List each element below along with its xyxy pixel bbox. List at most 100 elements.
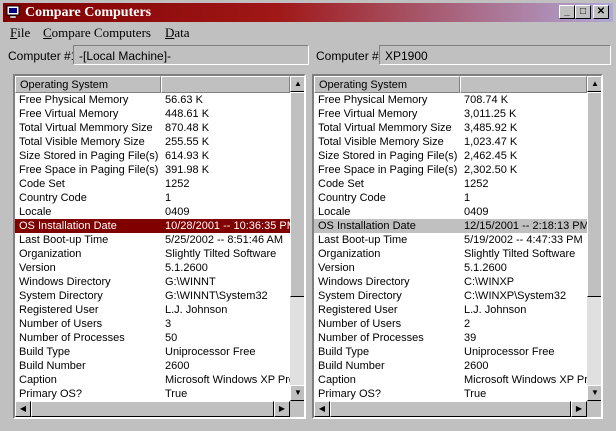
property-name-cell: Free Space in Paging File(s) bbox=[19, 164, 159, 176]
table-row[interactable]: Organization Slightly Tilted Software bbox=[314, 247, 587, 261]
property-value-cell: G:\WINNT\System32 bbox=[165, 290, 268, 302]
property-name-cell: Locale bbox=[318, 206, 351, 218]
table-row[interactable]: Country Code 1 bbox=[15, 191, 290, 205]
property-value-cell: 5/19/2002 -- 4:47:33 PM bbox=[464, 234, 583, 246]
close-button[interactable]: ✕ bbox=[593, 5, 609, 19]
property-name-cell: Registered User bbox=[19, 304, 99, 316]
scroll-thumb[interactable] bbox=[587, 92, 601, 297]
property-value-cell: 448.61 K bbox=[165, 108, 210, 120]
computer-2-grid[interactable]: Operating System Free Physical Memory 708… bbox=[312, 74, 603, 419]
table-row[interactable]: Code Set 1252 bbox=[15, 177, 290, 191]
table-row[interactable]: OS Installation Date 10/28/2001 -- 10:36:… bbox=[15, 219, 290, 233]
header-operating-system[interactable]: Operating System bbox=[314, 76, 460, 93]
table-row[interactable]: Number of Users 3 bbox=[15, 317, 290, 331]
property-value-cell: 391.98 K bbox=[165, 164, 210, 176]
table-row[interactable]: Last Boot-up Time 5/25/2002 -- 8:51:46 AM bbox=[15, 233, 290, 247]
table-row[interactable]: Primary OS? True bbox=[314, 387, 587, 401]
table-row[interactable]: Total Virtual Memmory Size 870.48 K bbox=[15, 121, 290, 135]
arrow-left-icon: ◀ bbox=[19, 404, 27, 413]
scroll-up-button[interactable]: ▲ bbox=[290, 76, 304, 92]
scroll-thumb[interactable] bbox=[290, 92, 304, 297]
scroll-right-button[interactable]: ▶ bbox=[571, 401, 587, 417]
property-value-cell: 3 bbox=[165, 318, 172, 330]
table-row[interactable]: Total Visible Memory Size 255.55 K bbox=[15, 135, 290, 149]
property-value-cell: 10/28/2001 -- 10:36:35 PM bbox=[165, 220, 290, 232]
property-value-cell: Uniprocessor Free bbox=[165, 346, 256, 358]
window-title: Compare Computers bbox=[25, 5, 152, 20]
menu-compare-computers[interactable]: Compare Computers bbox=[43, 25, 151, 41]
table-row[interactable]: Number of Processes 50 bbox=[15, 331, 290, 345]
table-row[interactable]: Total Virtual Memmory Size 3,485.92 K bbox=[314, 121, 587, 135]
table-row[interactable]: Free Space in Paging File(s) 2,302.50 K bbox=[314, 163, 587, 177]
table-row[interactable]: Registered User L.J. Johnson bbox=[15, 303, 290, 317]
table-row[interactable]: Locale 0409 bbox=[314, 205, 587, 219]
table-row[interactable]: Number of Users 2 bbox=[314, 317, 587, 331]
property-name-cell: Free Virtual Memory bbox=[318, 108, 418, 120]
table-row[interactable]: Registered User L.J. Johnson bbox=[314, 303, 587, 317]
header-value[interactable] bbox=[460, 76, 587, 93]
table-row[interactable]: Locale 0409 bbox=[15, 205, 290, 219]
property-name-cell: Free Physical Memory bbox=[19, 94, 129, 106]
table-row[interactable]: Version 5.1.2600 bbox=[314, 261, 587, 275]
computer-1-field[interactable]: -[Local Machine]- bbox=[73, 45, 309, 65]
table-row[interactable]: Free Virtual Memory 3,011.25 K bbox=[314, 107, 587, 121]
property-value-cell: Slightly Tilted Software bbox=[464, 248, 576, 260]
scroll-down-button[interactable]: ▼ bbox=[290, 385, 304, 401]
table-row[interactable]: Number of Processes 39 bbox=[314, 331, 587, 345]
property-value-cell: 0409 bbox=[165, 206, 190, 218]
table-row[interactable]: System Directory G:\WINNT\System32 bbox=[15, 289, 290, 303]
vertical-scrollbar[interactable]: ▲ ▼ bbox=[290, 76, 304, 401]
property-value-cell: 1,023.47 K bbox=[464, 136, 518, 148]
scroll-thumb-horizontal[interactable] bbox=[330, 401, 571, 417]
table-row[interactable]: Size Stored in Paging File(s) 2,462.45 K bbox=[314, 149, 587, 163]
minimize-button[interactable]: _ bbox=[559, 5, 575, 19]
property-value-cell: 1 bbox=[165, 192, 172, 204]
table-row[interactable]: Organization Slightly Tilted Software bbox=[15, 247, 290, 261]
table-row[interactable]: System Directory C:\WINXP\System32 bbox=[314, 289, 587, 303]
table-row[interactable]: Caption Microsoft Windows XP Professional bbox=[314, 373, 587, 387]
scroll-right-button[interactable]: ▶ bbox=[274, 401, 290, 417]
scroll-left-button[interactable]: ◀ bbox=[314, 401, 330, 417]
header-value[interactable] bbox=[161, 76, 290, 93]
table-row[interactable]: Caption Microsoft Windows XP Professional bbox=[15, 373, 290, 387]
scroll-left-button[interactable]: ◀ bbox=[15, 401, 31, 417]
table-row[interactable]: Last Boot-up Time 5/19/2002 -- 4:47:33 PM bbox=[314, 233, 587, 247]
menu-file[interactable]: File bbox=[10, 25, 30, 41]
horizontal-scrollbar[interactable]: ◀ ▶ bbox=[15, 401, 290, 417]
table-row[interactable]: Country Code 1 bbox=[314, 191, 587, 205]
scroll-up-button[interactable]: ▲ bbox=[587, 76, 601, 92]
property-value-cell: 50 bbox=[165, 332, 178, 344]
table-row[interactable]: Size Stored in Paging File(s) 614.93 K bbox=[15, 149, 290, 163]
table-row[interactable]: Build Number 2600 bbox=[15, 359, 290, 373]
property-name-cell: Windows Directory bbox=[19, 276, 111, 288]
computer-1-label: Computer #1 bbox=[8, 49, 78, 63]
table-row[interactable]: OS Installation Date 12/15/2001 -- 2:18:1… bbox=[314, 219, 587, 233]
table-row[interactable]: Windows Directory C:\WINXP bbox=[314, 275, 587, 289]
vertical-scrollbar[interactable]: ▲ ▼ bbox=[587, 76, 601, 401]
table-row[interactable]: Build Number 2600 bbox=[314, 359, 587, 373]
table-row[interactable]: Build Type Uniprocessor Free bbox=[15, 345, 290, 359]
horizontal-scrollbar[interactable]: ◀ ▶ bbox=[314, 401, 587, 417]
table-row[interactable]: Version 5.1.2600 bbox=[15, 261, 290, 275]
computer-2-field[interactable]: XP1900 bbox=[379, 45, 611, 65]
scroll-down-button[interactable]: ▼ bbox=[587, 385, 601, 401]
computer-1-grid[interactable]: Operating System Free Physical Memory 56.… bbox=[13, 74, 306, 419]
header-operating-system[interactable]: Operating System bbox=[15, 76, 161, 93]
title-bar[interactable]: Compare Computers _ □ ✕ bbox=[3, 3, 613, 22]
table-row[interactable]: Free Space in Paging File(s) 391.98 K bbox=[15, 163, 290, 177]
table-row[interactable]: Windows Directory G:\WINNT bbox=[15, 275, 290, 289]
maximize-button[interactable]: □ bbox=[575, 5, 591, 19]
property-name-cell: Locale bbox=[19, 206, 52, 218]
table-row[interactable]: Free Virtual Memory 448.61 K bbox=[15, 107, 290, 121]
computer-app-icon[interactable] bbox=[6, 5, 20, 19]
table-row[interactable]: Free Physical Memory 708.74 K bbox=[314, 93, 587, 107]
property-name-cell: Total Virtual Memmory Size bbox=[318, 122, 452, 134]
property-name-cell: OS Installation Date bbox=[19, 220, 117, 232]
scroll-thumb-horizontal[interactable] bbox=[31, 401, 274, 417]
table-row[interactable]: Free Physical Memory 56.63 K bbox=[15, 93, 290, 107]
table-row[interactable]: Code Set 1252 bbox=[314, 177, 587, 191]
table-row[interactable]: Primary OS? True bbox=[15, 387, 290, 401]
table-row[interactable]: Build Type Uniprocessor Free bbox=[314, 345, 587, 359]
menu-data[interactable]: Data bbox=[165, 25, 190, 41]
table-row[interactable]: Total Visible Memory Size 1,023.47 K bbox=[314, 135, 587, 149]
